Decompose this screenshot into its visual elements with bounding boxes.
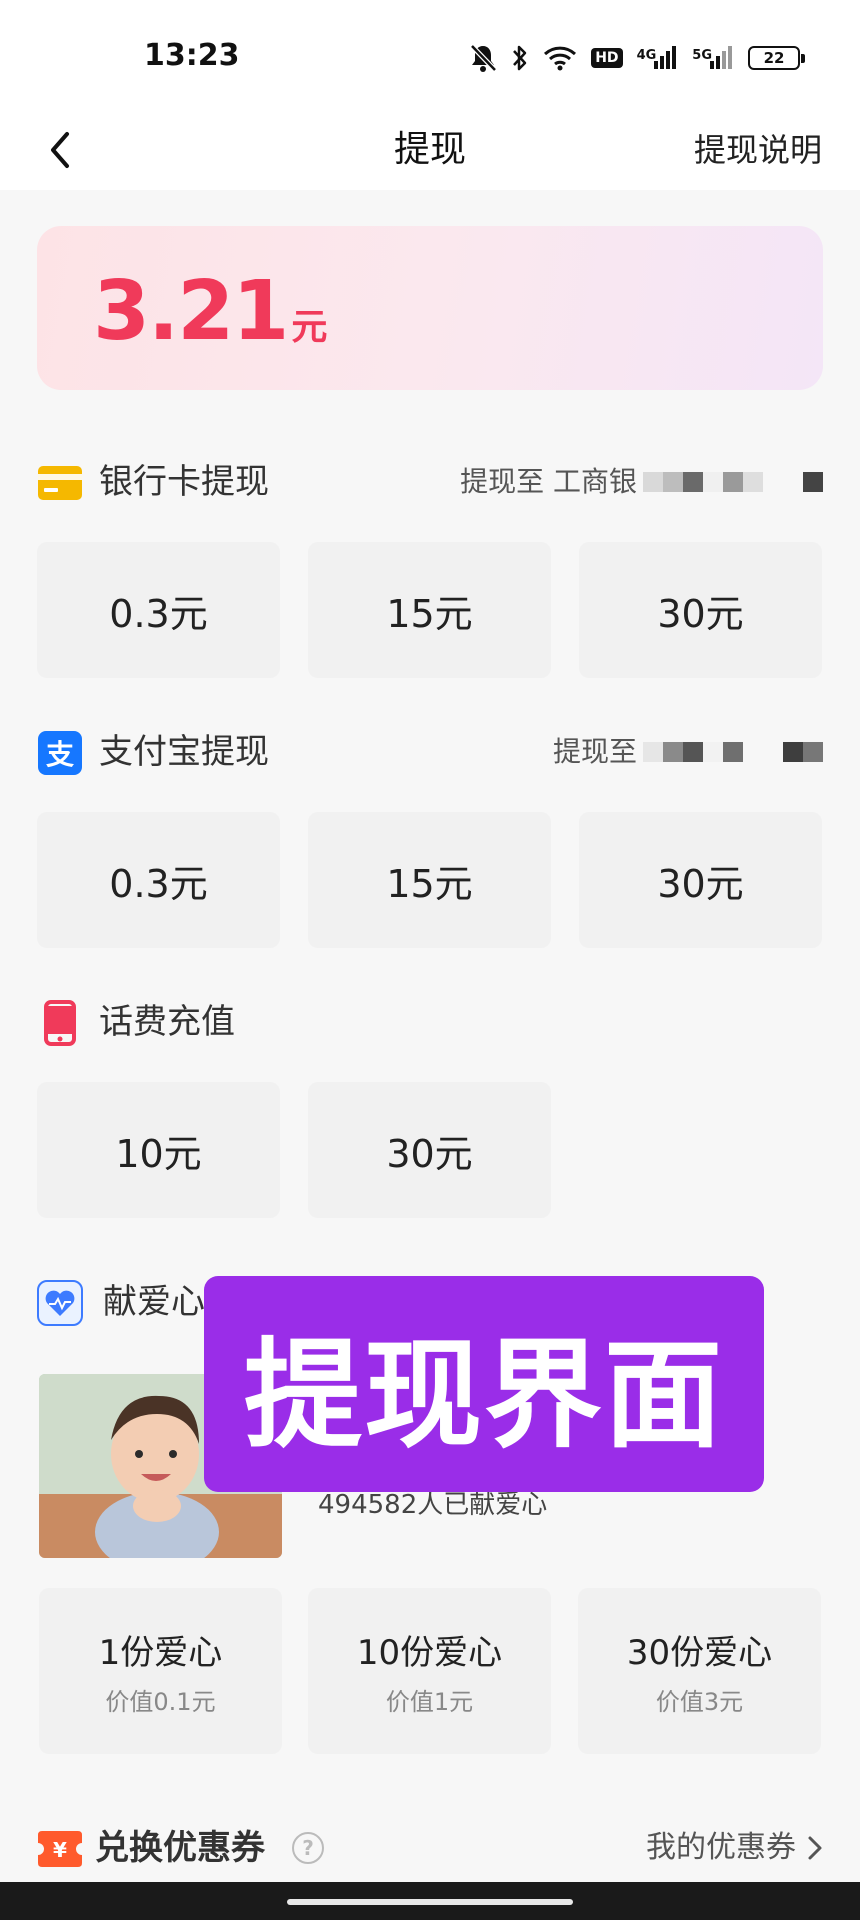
phone-option-2[interactable]: 30元 — [308, 1082, 551, 1218]
gesture-bar — [0, 1882, 860, 1920]
bank-section-header: 银行卡提现 提现至 工商银 — [37, 454, 823, 510]
svg-text:¥: ¥ — [53, 1838, 67, 1862]
svg-text:支: 支 — [46, 738, 74, 771]
signal-5g-icon: 5G — [692, 45, 734, 71]
bank-option-3[interactable]: 30元 — [579, 542, 822, 678]
phone-section-title: 话费充值 — [99, 1002, 235, 1042]
redacted-account-mosaic — [643, 742, 823, 762]
balance-amount: 3.21 元 — [93, 264, 327, 359]
alipay-section-title: 支付宝提现 — [99, 732, 269, 772]
help-icon[interactable]: ? — [292, 1832, 324, 1864]
overlay-caption-text: 提现界面 — [243, 1325, 724, 1464]
redacted-account-mosaic — [643, 472, 823, 492]
overlay-caption-banner: 提现界面 — [204, 1276, 764, 1492]
bank-option-2[interactable]: 15元 — [308, 542, 551, 678]
balance-card: 3.21 元 — [37, 226, 823, 390]
phone-section-header: 话费充值 — [37, 994, 823, 1050]
wifi-icon — [543, 44, 577, 72]
coupon-section-title: 兑换优惠券 — [95, 1828, 265, 1868]
bank-destination[interactable]: 提现至 工商银 — [460, 454, 823, 510]
charity-option-1[interactable]: 1份爱心 价值0.1元 — [39, 1588, 282, 1754]
bank-option-1[interactable]: 0.3元 — [37, 542, 280, 678]
charity-option-label: 30份爱心 — [626, 1633, 773, 1673]
charity-option-value: 价值3元 — [655, 1688, 744, 1716]
alipay-section-header: 支 支付宝提现 提现至 — [37, 724, 823, 780]
hd-badge: HD — [591, 48, 623, 68]
mute-bell-icon — [469, 43, 498, 73]
phone-option-1[interactable]: 10元 — [37, 1082, 280, 1218]
bluetooth-icon — [511, 43, 529, 73]
bank-destination-text: 提现至 工商银 — [460, 465, 637, 498]
charity-option-value: 价值1元 — [385, 1688, 474, 1716]
charity-option-value: 价值0.1元 — [105, 1688, 216, 1716]
coupon-icon: ¥ — [37, 1826, 83, 1872]
bank-card-icon — [37, 460, 83, 506]
alipay-icon: 支 — [37, 730, 83, 776]
alipay-option-2[interactable]: 15元 — [308, 812, 551, 948]
my-coupons-label: 我的优惠券 — [646, 1830, 796, 1865]
alipay-destination[interactable]: 提现至 — [553, 724, 823, 780]
bank-section-title: 银行卡提现 — [99, 462, 269, 502]
signal-4g-icon: 4G — [637, 45, 679, 71]
charity-section-title: 献爱心 — [103, 1282, 205, 1322]
nav-bar: 提现 提现说明 — [0, 112, 860, 190]
charity-option-label: 10份爱心 — [356, 1633, 503, 1673]
my-coupons-link[interactable]: 我的优惠券 — [646, 1820, 824, 1876]
status-time: 13:23 — [144, 38, 240, 73]
charity-option-2[interactable]: 10份爱心 价值1元 — [308, 1588, 551, 1754]
charity-option-label: 1份爱心 — [98, 1633, 223, 1673]
phone-icon — [37, 1000, 83, 1046]
alipay-destination-text: 提现至 — [552, 735, 637, 768]
battery-icon: 22 — [748, 46, 805, 70]
balance-value: 3.21 — [93, 264, 289, 359]
status-bar: 13:23 HD 4G 5G 22 — [0, 0, 860, 112]
alipay-option-1[interactable]: 0.3元 — [37, 812, 280, 948]
chevron-right-icon — [808, 1836, 822, 1860]
alipay-option-3[interactable]: 30元 — [579, 812, 822, 948]
withdraw-instructions-link[interactable]: 提现说明 — [694, 120, 822, 180]
status-icons: HD 4G 5G 22 — [469, 38, 805, 78]
charity-heart-icon — [37, 1280, 83, 1326]
balance-unit: 元 — [291, 307, 328, 348]
charity-option-3[interactable]: 30份爱心 价值3元 — [578, 1588, 821, 1754]
home-indicator[interactable] — [287, 1899, 573, 1905]
